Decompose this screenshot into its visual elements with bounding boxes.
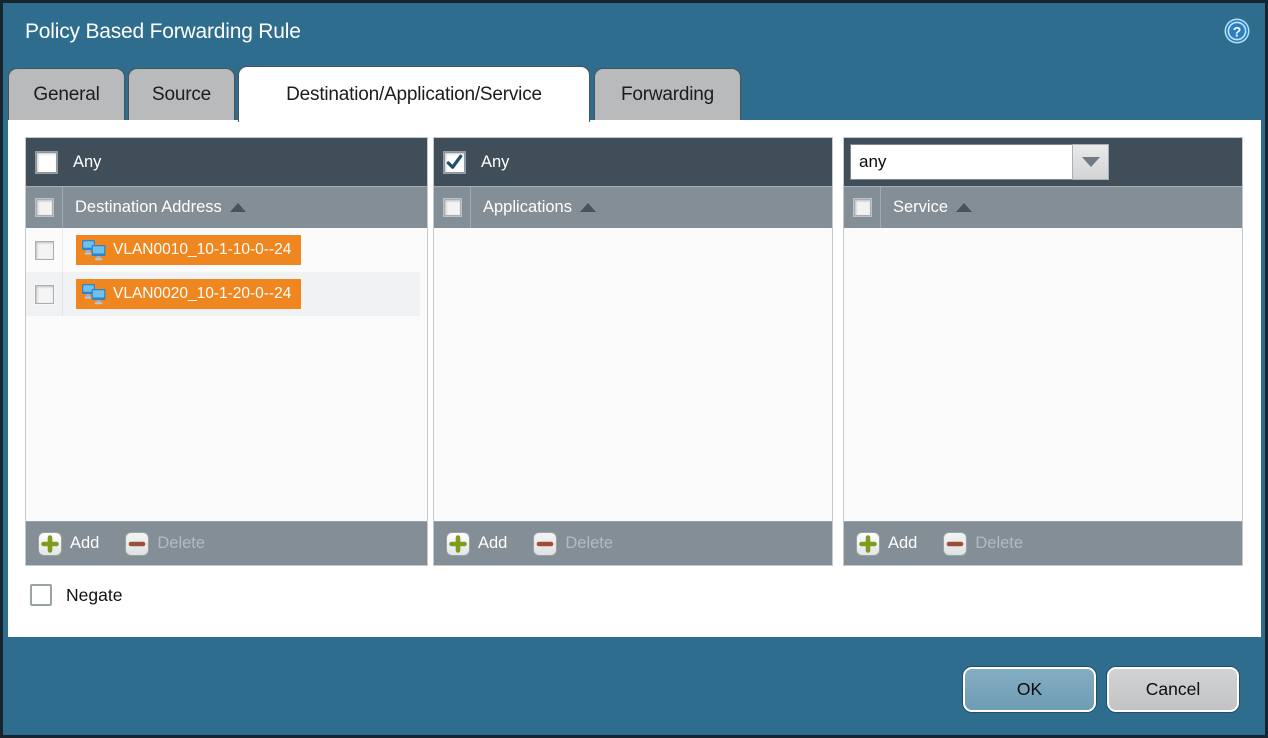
destination-row[interactable]: VLAN0010_10-1-10-0--24 <box>26 228 420 272</box>
destination-toolbar: Add Delete <box>26 521 427 565</box>
service-column-header: Service <box>844 186 1242 228</box>
negate-checkbox[interactable] <box>30 584 52 606</box>
sort-asc-icon <box>230 203 246 212</box>
applications-any-checkbox[interactable] <box>444 152 465 173</box>
service-dropdown-button[interactable] <box>1072 144 1109 180</box>
destination-list: VLAN0010_10-1-10-0--24 <box>26 228 427 521</box>
service-delete-button[interactable]: Delete <box>943 532 1023 556</box>
row-checkbox-cell <box>26 228 63 272</box>
destination-row-label: VLAN0010_10-1-10-0--24 <box>113 241 291 259</box>
delete-minus-icon <box>943 532 967 556</box>
destination-select-all-checkbox[interactable] <box>36 199 53 216</box>
policy-based-forwarding-dialog: Policy Based Forwarding Rule ? General S… <box>0 0 1268 738</box>
delete-minus-icon <box>533 532 557 556</box>
add-label: Add <box>478 534 507 553</box>
applications-column-label[interactable]: Applications <box>483 198 572 217</box>
applications-column-header: Applications <box>434 186 832 228</box>
destination-row[interactable]: VLAN0020_10-1-20-0--24 <box>26 272 420 316</box>
delete-minus-icon <box>125 532 149 556</box>
tab-destination-application-service[interactable]: Destination/Application/Service <box>238 66 590 122</box>
destination-row-checkbox[interactable] <box>35 285 54 304</box>
tab-das-label: Destination/Application/Service <box>286 84 542 106</box>
help-icon[interactable]: ? <box>1223 17 1251 45</box>
delete-label: Delete <box>565 534 613 553</box>
service-list <box>844 228 1242 521</box>
add-plus-icon <box>38 532 62 556</box>
chevron-down-icon <box>1082 157 1100 167</box>
tab-forwarding-label: Forwarding <box>621 84 714 106</box>
applications-panel: Any Applications Add <box>433 137 833 566</box>
sort-asc-icon <box>580 203 596 212</box>
service-dropdown-input[interactable] <box>850 144 1072 180</box>
tab-forwarding[interactable]: Forwarding <box>594 68 741 120</box>
applications-toolbar: Add Delete <box>434 521 832 565</box>
negate-label: Negate <box>66 585 122 606</box>
svg-text:?: ? <box>1233 24 1242 40</box>
tab-source[interactable]: Source <box>128 68 235 120</box>
add-plus-icon <box>446 532 470 556</box>
applications-delete-button[interactable]: Delete <box>533 532 613 556</box>
ok-button[interactable]: OK <box>963 667 1096 712</box>
destination-add-button[interactable]: Add <box>38 532 99 556</box>
cancel-button[interactable]: Cancel <box>1107 667 1239 712</box>
destination-header-checkbox-cell <box>26 187 63 228</box>
applications-header-checkbox-cell <box>434 187 471 228</box>
network-address-icon <box>81 239 107 261</box>
destination-any-checkbox[interactable] <box>36 152 57 173</box>
destination-address-chip[interactable]: VLAN0020_10-1-20-0--24 <box>76 279 301 309</box>
destination-column-label[interactable]: Destination Address <box>75 198 222 217</box>
tab-source-label: Source <box>152 84 211 106</box>
service-select-all-checkbox[interactable] <box>854 199 871 216</box>
sort-asc-icon <box>956 203 972 212</box>
delete-label: Delete <box>157 534 205 553</box>
destination-any-label: Any <box>73 153 101 172</box>
service-dropdown-bar <box>844 138 1242 186</box>
cancel-button-label: Cancel <box>1146 679 1200 700</box>
applications-any-bar: Any <box>434 138 832 186</box>
destination-delete-button[interactable]: Delete <box>125 532 205 556</box>
checkmark-icon <box>445 153 464 172</box>
add-label: Add <box>888 534 917 553</box>
tab-general[interactable]: General <box>8 68 125 120</box>
destination-address-chip[interactable]: VLAN0010_10-1-10-0--24 <box>76 235 301 265</box>
destination-row-checkbox[interactable] <box>35 241 54 260</box>
network-address-icon <box>81 283 107 305</box>
add-plus-icon <box>856 532 880 556</box>
delete-label: Delete <box>975 534 1023 553</box>
service-toolbar: Add Delete <box>844 521 1242 565</box>
ok-button-label: OK <box>1017 679 1042 700</box>
negate-row: Negate <box>30 584 122 606</box>
tab-content-area: Any Destination Address <box>8 120 1261 637</box>
service-column-label[interactable]: Service <box>893 198 948 217</box>
service-header-checkbox-cell <box>844 187 881 228</box>
row-checkbox-cell <box>26 272 63 316</box>
destination-any-bar: Any <box>26 138 427 186</box>
destination-row-label: VLAN0020_10-1-20-0--24 <box>113 285 291 303</box>
destination-address-panel: Any Destination Address <box>25 137 428 566</box>
applications-list <box>434 228 832 521</box>
tab-general-label: General <box>33 84 99 106</box>
destination-column-header: Destination Address <box>26 186 427 228</box>
add-label: Add <box>70 534 99 553</box>
service-dropdown <box>850 144 1109 180</box>
dialog-title: Policy Based Forwarding Rule <box>25 20 301 44</box>
service-add-button[interactable]: Add <box>856 532 917 556</box>
applications-any-label: Any <box>481 153 509 172</box>
service-panel: Service Add Delete <box>843 137 1243 566</box>
applications-select-all-checkbox[interactable] <box>444 199 461 216</box>
applications-add-button[interactable]: Add <box>446 532 507 556</box>
